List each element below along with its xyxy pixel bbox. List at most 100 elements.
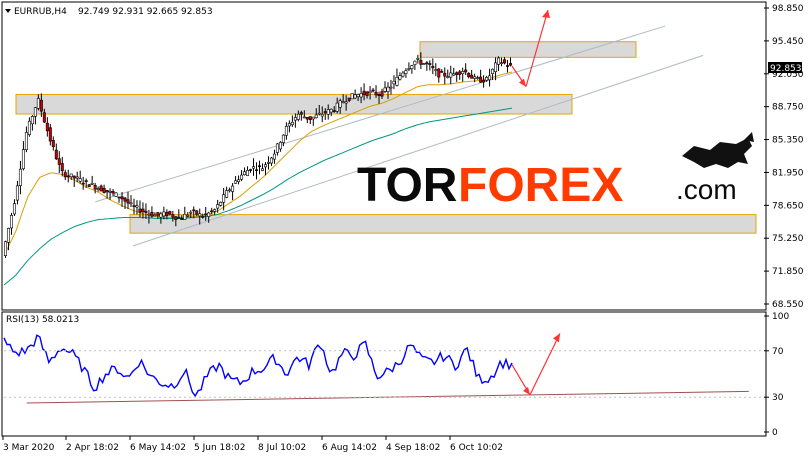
candle-body <box>290 121 294 126</box>
candle-body <box>419 59 423 65</box>
x-tick-label: 6 Oct 10:02 <box>450 443 503 453</box>
candle-body <box>257 165 261 167</box>
candle-body <box>132 205 136 207</box>
candle-body <box>386 86 390 92</box>
candle-body <box>476 77 480 79</box>
candle-body <box>362 90 366 95</box>
candle-body <box>371 89 375 92</box>
candle-body <box>111 191 115 194</box>
candle-body <box>431 66 435 69</box>
current-price-tag: 92.853 <box>768 62 802 74</box>
candle-body <box>479 76 483 83</box>
candle-body <box>398 75 402 80</box>
candle-body <box>437 68 441 78</box>
candle-body <box>54 149 58 160</box>
sr-zone <box>15 93 573 115</box>
candle-body <box>30 116 34 125</box>
candle-body <box>323 111 327 114</box>
candle-body <box>485 77 489 81</box>
rsi-title: RSI(13) 58.0213 <box>6 315 79 325</box>
candle-body <box>491 68 495 74</box>
candle-body <box>302 116 306 119</box>
candle-body <box>150 211 154 217</box>
candle-body <box>407 68 411 70</box>
candle-body <box>464 69 468 73</box>
candle-body <box>320 114 324 117</box>
candle-body <box>60 163 64 172</box>
candle-body <box>329 108 333 113</box>
candle-body <box>168 211 172 215</box>
candle-body <box>246 170 250 176</box>
candle-body <box>51 140 55 147</box>
candle-body <box>48 127 52 142</box>
candle-body <box>66 175 70 178</box>
candle-body <box>12 203 16 215</box>
candle-body <box>204 213 208 216</box>
candle-body <box>255 169 259 171</box>
candle-body <box>416 58 420 60</box>
candle-body <box>272 153 276 160</box>
candle-body <box>275 143 279 153</box>
candle-body <box>473 76 477 79</box>
candle-body <box>365 91 369 96</box>
candle-body <box>129 202 133 205</box>
ohlc-label: 92.749 92.931 92.665 92.853 <box>78 7 213 17</box>
candle-body <box>222 194 226 203</box>
x-tick-label: 2 Apr 18:02 <box>66 443 119 453</box>
candle-body <box>392 80 396 85</box>
candle-body <box>296 113 300 120</box>
candle-body <box>114 192 118 197</box>
candle-body <box>102 187 106 193</box>
candle-body <box>266 162 270 164</box>
candle-body <box>500 62 504 65</box>
candle-body <box>452 73 456 76</box>
candle-body <box>368 90 372 94</box>
candle-body <box>27 120 31 135</box>
candle-body <box>428 63 432 65</box>
candle-body <box>422 63 426 65</box>
candle-body <box>78 178 82 182</box>
x-tick-label: 8 Jul 10:02 <box>258 443 306 453</box>
candle-body <box>249 169 253 171</box>
candle-body <box>446 76 450 78</box>
x-tick-label: 5 Jun 18:02 <box>194 443 245 453</box>
candle-body <box>314 114 318 119</box>
candle-body <box>177 216 181 219</box>
rsi-tick-label: 70 <box>772 347 784 357</box>
candle-body <box>189 211 193 214</box>
candle-body <box>252 166 256 169</box>
candle-body <box>96 188 100 190</box>
candle-body <box>165 212 169 216</box>
candle-body <box>159 213 163 218</box>
candle-body <box>338 100 342 108</box>
candle-body <box>287 123 291 127</box>
candle-body <box>350 93 354 100</box>
candle-body <box>488 75 492 81</box>
candle-body <box>284 126 288 136</box>
y-tick-label: 95.450 <box>772 37 804 47</box>
chart-canvas: EURRUB,H4 92.749 92.931 92.665 92.853 RS… <box>1 1 804 453</box>
candle-body <box>69 173 73 178</box>
candle-body <box>24 132 28 150</box>
candle-body <box>497 57 501 65</box>
y-tick-label: 85.350 <box>772 136 804 146</box>
candle-body <box>470 74 474 79</box>
candle-body <box>509 63 513 66</box>
candle-body <box>147 213 151 216</box>
candle-body <box>380 91 384 97</box>
candle-body <box>84 180 88 182</box>
candle-body <box>33 107 37 117</box>
candle-body <box>389 86 393 89</box>
candle-body <box>377 94 381 96</box>
candle-body <box>243 171 247 175</box>
candle-body <box>263 164 267 168</box>
candle-body <box>153 214 157 217</box>
candle-body <box>404 70 408 74</box>
candle-body <box>117 196 121 199</box>
candle-body <box>195 210 199 215</box>
candle-body <box>332 110 336 112</box>
candle-body <box>467 72 471 78</box>
candle-body <box>144 210 148 213</box>
candle-body <box>183 213 187 220</box>
x-tick-label: 4 Sep 18:02 <box>386 443 440 453</box>
